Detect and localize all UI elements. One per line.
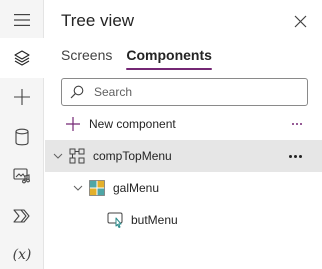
more-icon — [289, 154, 302, 158]
component-icon — [69, 148, 85, 164]
button-icon — [107, 212, 123, 228]
left-rail: (x) — [0, 0, 44, 269]
tab-screens[interactable]: Screens — [61, 46, 112, 68]
tree-item-label: compTopMenu — [93, 149, 172, 163]
item-more-button[interactable] — [289, 140, 302, 172]
media-icon — [13, 168, 30, 184]
power-automate-button[interactable] — [0, 196, 44, 236]
gallery-icon — [89, 180, 105, 196]
tree-item-butmenu[interactable]: butMenu — [45, 204, 322, 236]
plus-icon — [14, 89, 30, 105]
hamburger-menu-button[interactable] — [0, 0, 44, 40]
tree-item-comptopmenu[interactable]: compTopMenu — [45, 140, 322, 172]
more-icon — [292, 123, 302, 125]
search-input[interactable]: Search — [61, 78, 308, 106]
hamburger-menu-icon — [14, 14, 30, 26]
database-icon — [15, 128, 29, 146]
chevron-down-icon[interactable] — [73, 185, 83, 191]
variables-icon: (x) — [12, 247, 32, 263]
tree-item-label: galMenu — [113, 181, 160, 195]
new-component-button[interactable]: New component — [45, 108, 322, 140]
search-placeholder: Search — [94, 85, 133, 99]
tab-components[interactable]: Components — [126, 46, 212, 70]
media-button[interactable] — [0, 156, 44, 196]
tab-bar: Screens Components — [61, 46, 212, 70]
tree-item-label: butMenu — [131, 213, 178, 227]
chevron-down-icon[interactable] — [53, 153, 63, 159]
tree-view-panel: Tree view Screens Components Search New … — [45, 0, 322, 269]
tree-view-button[interactable] — [0, 38, 44, 78]
close-button[interactable] — [291, 12, 309, 30]
new-component-label: New component — [89, 117, 176, 131]
variables-button[interactable]: (x) — [0, 235, 44, 269]
power-automate-icon — [13, 209, 30, 223]
tree-item-galmenu[interactable]: galMenu — [45, 172, 322, 204]
close-icon — [294, 15, 306, 27]
panel-title: Tree view — [61, 11, 135, 30]
insert-button[interactable] — [0, 77, 44, 117]
plus-icon — [66, 117, 80, 131]
more-options-button[interactable] — [292, 108, 302, 140]
search-icon — [70, 85, 84, 99]
data-button[interactable] — [0, 117, 44, 157]
layers-icon — [14, 50, 30, 66]
